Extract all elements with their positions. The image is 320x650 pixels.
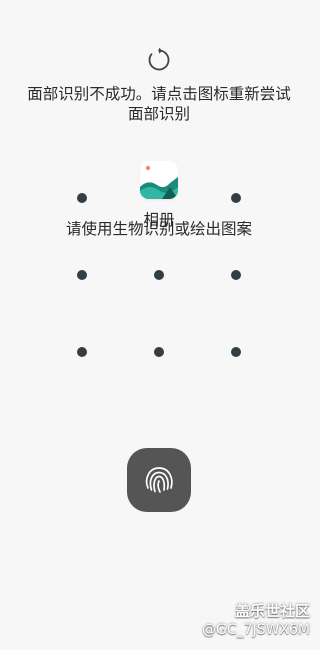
face-unlock-failed-message: 面部识别不成功。请点击图标重新尝试: [27, 85, 291, 103]
pattern-dot-1[interactable]: [77, 193, 87, 203]
gallery-icon: [140, 161, 178, 199]
retry-face-button[interactable]: [144, 45, 174, 75]
face-recognition-label: 面部识别: [127, 105, 190, 123]
pattern-dot-3[interactable]: [231, 193, 241, 203]
watermark-community: 盖乐世社区: [234, 602, 310, 620]
pattern-dot-9[interactable]: [231, 347, 241, 357]
fingerprint-sensor-button[interactable]: [127, 448, 191, 512]
pattern-dot-5[interactable]: [154, 270, 164, 280]
pattern-dot-8[interactable]: [154, 347, 164, 357]
fingerprint-icon: [145, 467, 173, 493]
pattern-dot-7[interactable]: [77, 347, 87, 357]
pattern-dot-6[interactable]: [231, 270, 241, 280]
watermark-user-id: @GC_7JSWX6M: [202, 622, 310, 638]
gallery-app-icon: [140, 161, 178, 199]
unlock-prompt: 请使用生物识别或绘出图案: [65, 220, 252, 238]
pattern-dot-4[interactable]: [77, 270, 87, 280]
refresh-icon: [148, 47, 170, 71]
